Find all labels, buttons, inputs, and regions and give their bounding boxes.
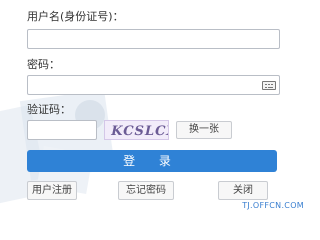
watermark: TJ.OFFCN.COM (242, 201, 304, 210)
forgot-password-button[interactable]: 忘记密码 (118, 181, 174, 200)
username-label: 用户名(身份证号)： (27, 10, 124, 23)
username-input[interactable] (27, 29, 280, 49)
refresh-captcha-button[interactable]: 换一张 (176, 121, 232, 139)
close-button[interactable]: 关闭 (218, 181, 268, 200)
captcha-label: 验证码： (27, 103, 71, 116)
captcha-text: KCSLCX (109, 124, 169, 139)
password-input[interactable] (27, 75, 280, 95)
captcha-input[interactable] (27, 120, 97, 140)
captcha-image: KCSLCX (104, 120, 169, 140)
login-button[interactable]: 登 录 (27, 150, 277, 172)
register-button[interactable]: 用户注册 (27, 181, 77, 200)
login-form: 用户名(身份证号)： 密码： 验证码： KCSLCX 换一张 登 录 用户注册 … (0, 0, 308, 212)
keyboard-icon[interactable] (262, 81, 276, 90)
password-label: 密码： (27, 58, 60, 71)
